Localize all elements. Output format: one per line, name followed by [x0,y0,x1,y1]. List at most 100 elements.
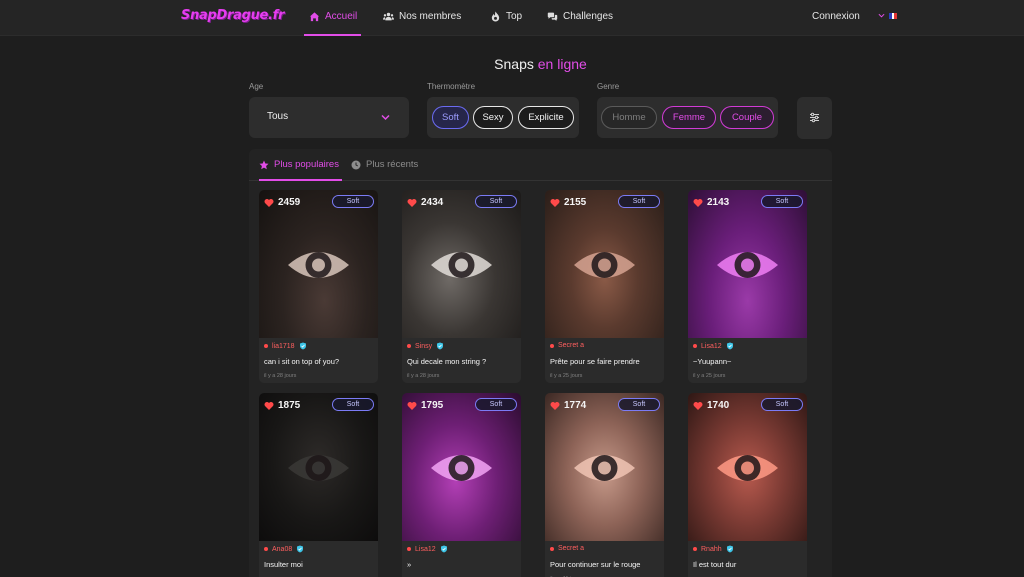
login-link[interactable]: Connexion [812,11,860,22]
snap-timestamp: il y a 28 jours [407,373,440,379]
content-level-badge: Soft [332,398,374,411]
content-level-badge: Soft [475,398,517,411]
snap-author[interactable]: Secret a [550,545,584,552]
snap-caption: Il est tout dur [693,560,737,569]
like-count-value: 1740 [707,400,730,411]
snap-caption: Prête pour se faire prendre [550,357,640,366]
snap-timestamp: il y a 28 jours [264,373,297,379]
like-count-value: 2459 [278,197,301,208]
author-name: Secret a [558,545,585,552]
home-icon [309,12,320,22]
genre-filter-label: Genre [597,82,620,91]
genre-option-homme[interactable]: Homme [601,106,657,129]
nav-item-challenges[interactable]: Challenges [547,11,613,22]
author-name: lia1718 [272,342,295,350]
age-select[interactable]: Tous [249,97,409,138]
eye-icon [574,455,635,481]
like-count: 1795 [407,400,443,411]
like-count: 2143 [693,197,729,208]
snap-author[interactable]: Rnahh [693,545,734,553]
page-title: Snaps en ligne [0,56,1024,72]
like-count: 1740 [693,400,729,411]
like-count: 1774 [550,400,586,411]
heart-icon [693,198,703,207]
challenge-icon [547,12,558,21]
tab-plus-populaires[interactable]: Plus populaires [259,159,339,170]
age-select-value: Tous [267,111,289,122]
snap-author[interactable]: lia1718 [264,342,307,350]
like-count-value: 2434 [421,197,444,208]
nav-active-indicator [304,34,361,36]
verified-icon [726,545,733,553]
genre-filter: Homme Femme Couple [597,97,778,138]
snap-author[interactable]: Secret a [550,342,584,349]
like-count-value: 1774 [564,400,587,411]
snap-caption: » [407,560,412,569]
online-status-dot [693,344,697,348]
like-count: 2459 [264,197,300,208]
snap-author[interactable]: Lisa12 [407,545,448,553]
snap-author[interactable]: Lisa12 [693,342,734,350]
snap-author[interactable]: Sinsy [407,342,444,350]
nav-item-top[interactable]: Top [490,11,522,22]
heart-icon [264,198,274,207]
content-level-badge: Soft [475,195,517,208]
snap-card[interactable]: 1774 Soft Secret a Pour continuer sur le… [545,393,664,577]
author-name: Rnahh [701,545,722,553]
online-status-dot [550,546,554,551]
verified-icon [299,342,306,350]
author-name: Lisa12 [701,342,722,350]
snap-caption: ~Yuupann~ [693,357,732,366]
thermometre-option-soft[interactable]: Soft [432,106,469,129]
snap-author[interactable]: Ana08 [264,545,304,553]
verified-icon [437,342,444,350]
content-level-badge: Soft [618,195,660,208]
snap-card[interactable]: 2143 Soft Lisa12 ~Yuupann~ il y a 25 jou… [688,190,807,383]
genre-option-couple[interactable]: Couple [720,106,774,129]
language-selector[interactable] [878,12,898,19]
nav-item-accueil[interactable]: Accueil [309,11,357,22]
tab-active-indicator [259,179,342,181]
author-name: Lisa12 [415,545,436,553]
heart-icon [550,401,560,410]
snap-card[interactable]: 1740 Soft Rnahh Il est tout dur [688,393,807,577]
snap-caption: Insulter moi [264,560,303,569]
verified-icon [297,545,304,553]
thermometre-option-explicite[interactable]: Explicite [518,106,574,129]
snap-card[interactable]: 1795 Soft Lisa12 » [402,393,521,577]
snap-card[interactable]: 1875 Soft Ana08 Insulter moi [259,393,378,577]
snap-card[interactable]: 2459 Soft lia1718 can i sit on top of yo… [259,190,378,383]
thermometre-filter-label: Thermomètre [427,82,476,91]
content-level-badge: Soft [761,398,803,411]
clock-icon [351,160,361,169]
online-status-dot [550,343,554,348]
snap-timestamp: il y a 25 jours [550,373,583,379]
filter-settings-button[interactable] [797,97,832,139]
snap-card[interactable]: 2434 Soft Sinsy Qui decale mon string ? … [402,190,521,383]
eye-icon [288,252,349,278]
site-logo[interactable]: SnapDrague.fr [181,8,284,23]
french-flag-icon [889,12,898,19]
chevron-down-icon [381,114,390,121]
page-title-accent: en ligne [537,56,587,72]
top-navbar: SnapDrague.fr Accueil Nos membres Top Ch… [0,0,1024,36]
verified-icon [440,545,447,553]
nav-label-top: Top [506,11,523,22]
eye-icon [288,455,349,481]
snap-timestamp: il y a 25 jours [693,373,726,379]
genre-option-femme[interactable]: Femme [662,106,716,129]
thermometre-filter: Soft Sexy Explicite [427,97,579,138]
snap-card[interactable]: 2155 Soft Secret a Prête pour se faire p… [545,190,664,383]
online-status-dot [693,547,697,551]
nav-item-membres[interactable]: Nos membres [383,11,461,22]
fire-icon [491,11,500,22]
author-name: Secret a [558,342,585,349]
snap-caption: can i sit on top of you? [264,357,340,366]
eye-icon [717,252,778,278]
heart-icon [550,198,560,207]
chevron-down-icon [878,13,885,18]
tab-plus-recents[interactable]: Plus récents [351,159,418,170]
thermometre-option-sexy[interactable]: Sexy [473,106,513,129]
online-status-dot [264,344,268,348]
eye-icon [717,455,778,481]
